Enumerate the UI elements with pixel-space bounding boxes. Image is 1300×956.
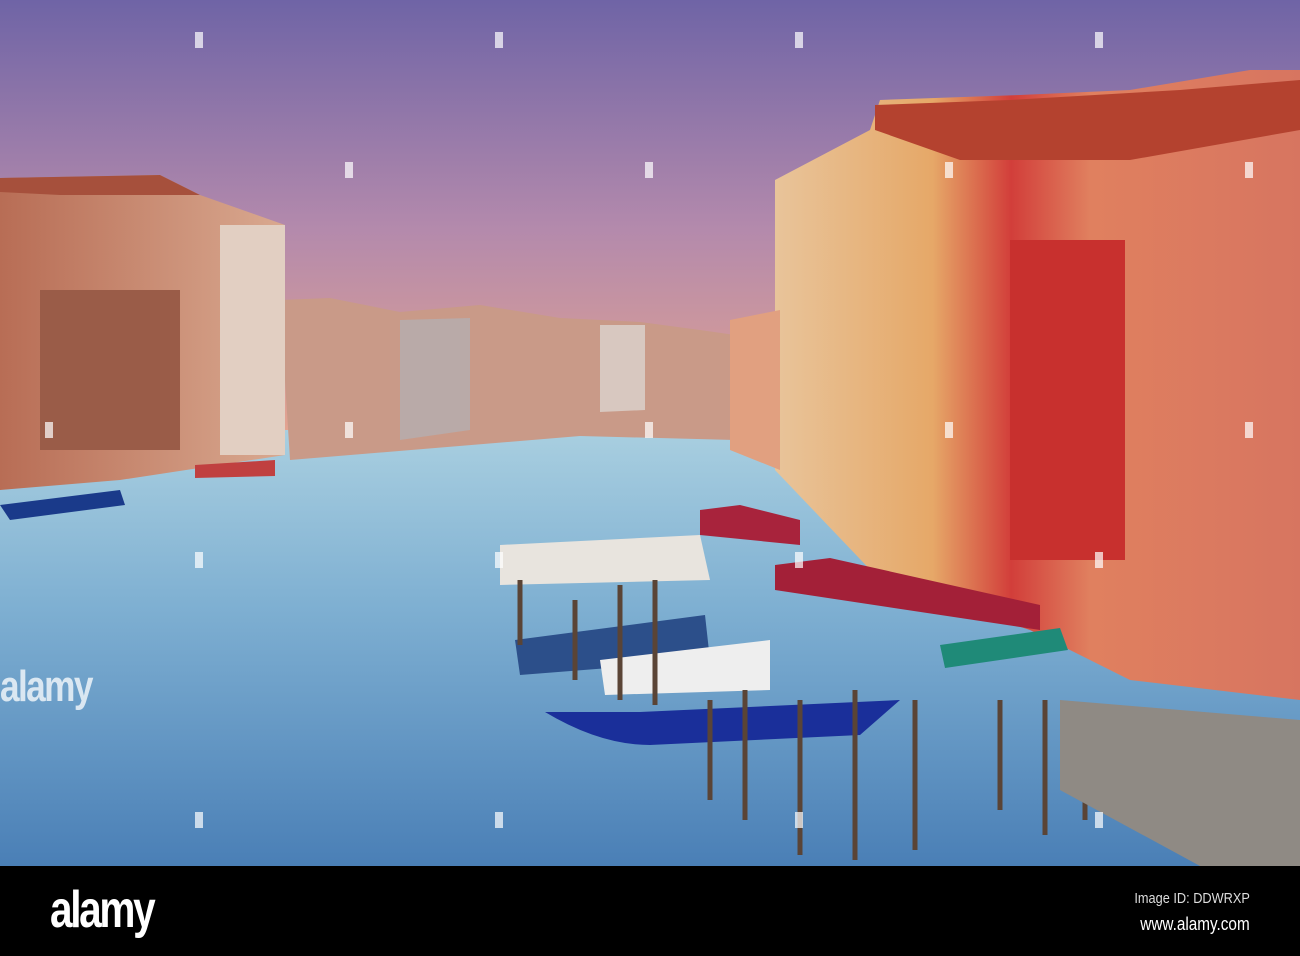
watermark-text: alamy: [0, 662, 93, 711]
left-buildings: [0, 175, 285, 490]
footer-bar: alamy Image ID: DDWRXP www.alamy.com: [0, 866, 1300, 956]
site-url: www.alamy.com: [1140, 914, 1250, 934]
alamy-logo: alamy: [50, 881, 156, 939]
image-id: Image ID: DDWRXP: [1134, 890, 1250, 907]
grand-canal-photo: [0, 0, 1300, 866]
